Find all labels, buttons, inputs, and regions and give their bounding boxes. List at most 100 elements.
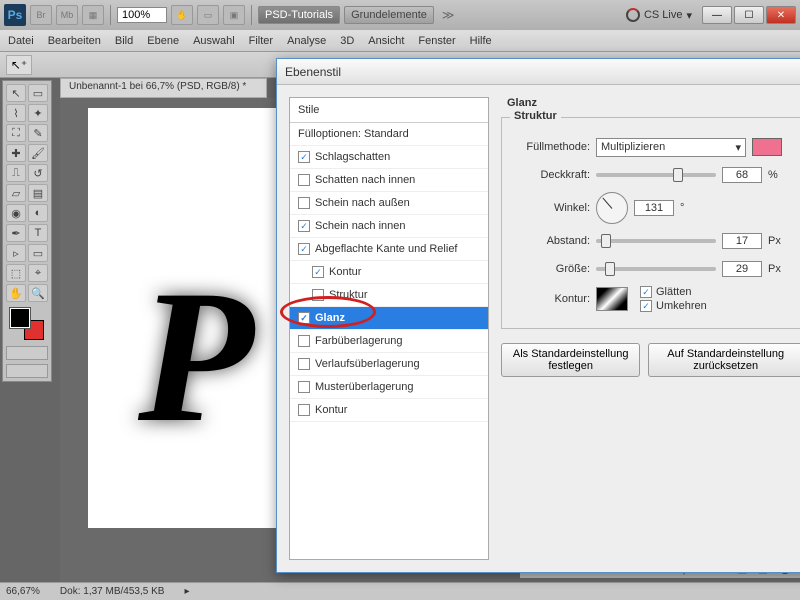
menu-ansicht[interactable]: Ansicht xyxy=(368,35,404,47)
style-row-kontur-sub[interactable]: Kontur xyxy=(290,261,488,284)
menu-hilfe[interactable]: Hilfe xyxy=(470,35,492,47)
minibridge-icon[interactable]: Mb xyxy=(56,5,78,25)
antialias-checkbox[interactable]: Glätten xyxy=(640,286,707,298)
eyedropper-tool[interactable]: ✎ xyxy=(28,124,48,142)
checkbox[interactable] xyxy=(298,335,310,347)
workspace-button-active[interactable]: PSD-Tutorials xyxy=(258,6,340,24)
style-row-verlaufsueberlagerung[interactable]: Verlaufsüberlagerung xyxy=(290,353,488,376)
menu-3d[interactable]: 3D xyxy=(340,35,354,47)
crop-tool[interactable]: ⛶ xyxy=(6,124,26,142)
checkbox[interactable] xyxy=(312,266,324,278)
move-tool[interactable]: ↖ xyxy=(6,84,26,102)
menu-datei[interactable]: Datei xyxy=(8,35,34,47)
slider-thumb[interactable] xyxy=(601,234,611,248)
color-swatches[interactable] xyxy=(6,306,48,342)
style-row-struktur-sub[interactable]: Struktur xyxy=(290,284,488,307)
menu-fenster[interactable]: Fenster xyxy=(418,35,455,47)
eraser-tool[interactable]: ▱ xyxy=(6,184,26,202)
wand-tool[interactable]: ✦ xyxy=(28,104,48,122)
bridge-icon[interactable]: Br xyxy=(30,5,52,25)
opacity-input[interactable]: 68 xyxy=(722,167,762,183)
checkbox[interactable] xyxy=(298,381,310,393)
style-row-glanz[interactable]: Glanz xyxy=(290,307,488,330)
screen-mode-icon[interactable]: ▣ xyxy=(223,5,245,25)
style-row-musterueberlagerung[interactable]: Musterüberlagerung xyxy=(290,376,488,399)
checkbox[interactable] xyxy=(298,220,310,232)
arrange-icon[interactable]: ▭ xyxy=(197,5,219,25)
status-zoom[interactable]: 66,67% xyxy=(6,586,40,597)
checkbox[interactable] xyxy=(298,174,310,186)
document-tab[interactable]: Unbenannt-1 bei 66,7% (PSD, RGB/8) * xyxy=(60,78,267,98)
history-brush-tool[interactable]: ↺ xyxy=(28,164,48,182)
checkbox[interactable] xyxy=(298,358,310,370)
dialog-titlebar[interactable]: Ebenenstil xyxy=(277,59,800,85)
checkbox[interactable] xyxy=(312,289,324,301)
workspace-button[interactable]: Grundelemente xyxy=(344,6,434,24)
stamp-tool[interactable]: ⎍ xyxy=(6,164,26,182)
size-input[interactable]: 29 xyxy=(722,261,762,277)
pen-tool[interactable]: ✒ xyxy=(6,224,26,242)
style-row-schein-innen[interactable]: Schein nach innen xyxy=(290,215,488,238)
heal-tool[interactable]: ✚ xyxy=(6,144,26,162)
view-extras-icon[interactable]: ▦ xyxy=(82,5,104,25)
style-row-farbueberlagerung[interactable]: Farbüberlagerung xyxy=(290,330,488,353)
screenmode-button[interactable] xyxy=(6,364,48,378)
styles-header[interactable]: Stile xyxy=(290,98,488,123)
foreground-color[interactable] xyxy=(10,308,30,328)
close-button[interactable]: ✕ xyxy=(766,6,796,24)
type-tool[interactable]: T xyxy=(28,224,48,242)
minimize-button[interactable]: — xyxy=(702,6,732,24)
quickmask-button[interactable] xyxy=(6,346,48,360)
style-row-kontur[interactable]: Kontur xyxy=(290,399,488,422)
angle-wheel[interactable] xyxy=(596,192,628,224)
blend-mode-select[interactable]: Multiplizieren▾ xyxy=(596,138,746,157)
invert-checkbox[interactable]: Umkehren xyxy=(640,300,707,312)
lasso-tool[interactable]: ⌇ xyxy=(6,104,26,122)
status-chevron-icon[interactable]: ▸ xyxy=(184,586,189,597)
distance-slider[interactable] xyxy=(596,239,716,243)
maximize-button[interactable]: ☐ xyxy=(734,6,764,24)
opacity-slider[interactable] xyxy=(596,173,716,177)
distance-input[interactable]: 17 xyxy=(722,233,762,249)
menu-analyse[interactable]: Analyse xyxy=(287,35,326,47)
reset-default-button[interactable]: Auf Standardeinstellung zurücksetzen xyxy=(648,343,800,377)
angle-input[interactable]: 131 xyxy=(634,200,674,216)
hand-tool[interactable]: ✋ xyxy=(6,284,26,302)
checkbox[interactable] xyxy=(298,197,310,209)
style-row-schatten-innen[interactable]: Schatten nach innen xyxy=(290,169,488,192)
menu-bild[interactable]: Bild xyxy=(115,35,133,47)
checkbox[interactable] xyxy=(298,312,310,324)
blur-tool[interactable]: ◉ xyxy=(6,204,26,222)
color-swatch[interactable] xyxy=(752,138,782,156)
cslive-button[interactable]: CS Live ▾ xyxy=(626,8,692,22)
fill-options-row[interactable]: Fülloptionen: Standard xyxy=(290,123,488,146)
slider-thumb[interactable] xyxy=(605,262,615,276)
status-doc-size[interactable]: Dok: 1,37 MB/453,5 KB xyxy=(60,586,165,597)
menu-filter[interactable]: Filter xyxy=(249,35,273,47)
dodge-tool[interactable]: ◐ xyxy=(28,204,48,222)
contour-picker[interactable] xyxy=(596,287,628,311)
brush-tool[interactable]: 🖌 xyxy=(28,144,48,162)
hand-icon[interactable]: ✋ xyxy=(171,5,193,25)
more-icon[interactable]: ≫ xyxy=(438,8,459,22)
style-row-bevel[interactable]: Abgeflachte Kante und Relief xyxy=(290,238,488,261)
marquee-tool[interactable]: ▭ xyxy=(28,84,48,102)
zoom-field[interactable]: 100% xyxy=(117,7,167,23)
checkbox[interactable] xyxy=(298,404,310,416)
make-default-button[interactable]: Als Standardeinstellung festlegen xyxy=(501,343,640,377)
menu-ebene[interactable]: Ebene xyxy=(147,35,179,47)
checkbox[interactable] xyxy=(298,243,310,255)
style-row-schlagschatten[interactable]: Schlagschatten xyxy=(290,146,488,169)
checkbox[interactable] xyxy=(298,151,310,163)
shape-tool[interactable]: ▭ xyxy=(28,244,48,262)
move-tool-icon[interactable]: ↖⁺ xyxy=(6,55,32,75)
zoom-tool[interactable]: 🔍 xyxy=(28,284,48,302)
style-row-schein-aussen[interactable]: Schein nach außen xyxy=(290,192,488,215)
menu-bearbeiten[interactable]: Bearbeiten xyxy=(48,35,101,47)
size-slider[interactable] xyxy=(596,267,716,271)
gradient-tool[interactable]: ▤ xyxy=(28,184,48,202)
3dcam-tool[interactable]: ⌖ xyxy=(28,264,48,282)
slider-thumb[interactable] xyxy=(673,168,683,182)
menu-auswahl[interactable]: Auswahl xyxy=(193,35,235,47)
path-tool[interactable]: ▹ xyxy=(6,244,26,262)
